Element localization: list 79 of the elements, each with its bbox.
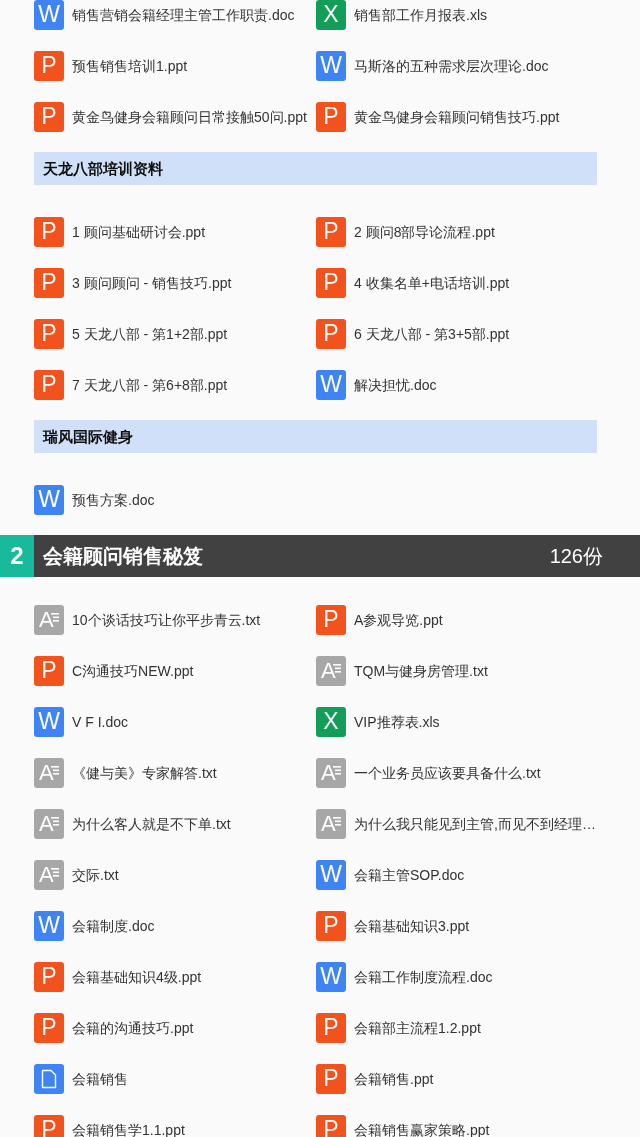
presentation-icon: P — [316, 910, 346, 941]
spreadsheet-icon: X — [316, 0, 346, 30]
presentation-icon: P — [316, 101, 346, 132]
file-name: V F I.doc — [72, 712, 129, 732]
section-title: 会籍顾问销售秘笈 — [43, 543, 203, 569]
document-icon: W — [316, 369, 346, 400]
file-name: 4 收集名单+电话培训.ppt — [354, 273, 510, 293]
file-count: 126份 — [549, 543, 603, 569]
file-name: 销售部工作月报表.xls — [354, 5, 487, 25]
document-icon: W — [34, 706, 64, 737]
document-icon: W — [316, 859, 346, 890]
presentation-icon: P — [34, 1114, 64, 1137]
presentation-icon: P — [34, 267, 64, 298]
file-name: 3 顾问顾问 - 销售技巧.ppt — [72, 273, 232, 293]
file-name: 7 天龙八部 - 第6+8部.ppt — [72, 375, 228, 395]
file-name: 为什么我只能见到主管,而见不到经理… — [354, 814, 596, 834]
presentation-icon: P — [316, 1063, 346, 1094]
file-name: 会籍制度.doc — [72, 916, 155, 936]
presentation-icon: P — [316, 267, 346, 298]
text-file-icon: A — [34, 604, 64, 635]
file-name: 2 顾问8部导论流程.ppt — [354, 222, 495, 242]
document-icon: W — [316, 50, 346, 81]
file-name: 为什么客人就是不下单.txt — [72, 814, 231, 834]
file-name: 会籍主管SOP.doc — [354, 865, 465, 885]
file-name: 会籍部主流程1.2.ppt — [354, 1018, 481, 1038]
file-name: 《健与美》专家解答.txt — [72, 763, 217, 783]
presentation-icon: P — [34, 318, 64, 349]
file-name: 会籍工作制度流程.doc — [354, 967, 493, 987]
presentation-icon: P — [34, 655, 64, 686]
file-name: 黄金鸟健身会籍顾问日常接触50问.ppt — [72, 107, 307, 127]
text-file-icon: A — [316, 757, 346, 788]
file-name: 黄金鸟健身会籍顾问销售技巧.ppt — [354, 107, 560, 127]
text-file-icon: A — [34, 859, 64, 890]
file-name: 预售方案.doc — [72, 490, 155, 510]
group-heading: 瑞风国际健身 — [34, 420, 597, 453]
file-name: 销售营销会籍经理主管工作职责.doc — [72, 5, 295, 25]
file-name: 1 顾问基础研讨会.ppt — [72, 222, 206, 242]
file-name: 5 天龙八部 - 第1+2部.ppt — [72, 324, 228, 344]
file-name: TQM与健身房管理.txt — [354, 661, 488, 681]
document-icon: W — [34, 0, 64, 30]
section-number: 2 — [0, 535, 34, 577]
file-name: 10个谈话技巧让你平步青云.txt — [72, 610, 261, 630]
text-file-icon: A — [34, 757, 64, 788]
presentation-icon: P — [316, 1114, 346, 1137]
file-name: 会籍销售学1.1.ppt — [72, 1120, 185, 1137]
text-file-icon: A — [316, 808, 346, 839]
presentation-icon: P — [34, 961, 64, 992]
presentation-icon: P — [316, 1012, 346, 1043]
presentation-icon: P — [316, 604, 346, 635]
presentation-icon: P — [316, 318, 346, 349]
file-name: 会籍销售.ppt — [354, 1069, 434, 1089]
spreadsheet-icon: X — [316, 706, 346, 737]
text-file-icon: A — [34, 808, 64, 839]
file-name: 解决担忧.doc — [354, 375, 437, 395]
file-name: 马斯洛的五种需求层次理论.doc — [354, 56, 549, 76]
text-file-icon: A — [316, 655, 346, 686]
group-heading: 天龙八部培训资料 — [34, 152, 597, 185]
file-name: 交际.txt — [72, 865, 119, 885]
document-icon: W — [34, 910, 64, 941]
presentation-icon: P — [34, 1012, 64, 1043]
file-name: A参观导览.ppt — [354, 610, 443, 630]
presentation-icon: P — [34, 369, 64, 400]
file-name: 预售销售培训1.ppt — [72, 56, 188, 76]
file-name: 一个业务员应该要具备什么.txt — [354, 763, 541, 783]
file-name: 会籍基础知识4级.ppt — [72, 967, 202, 987]
presentation-icon: P — [316, 216, 346, 247]
file-name: 会籍基础知识3.ppt — [354, 916, 470, 936]
presentation-icon: P — [34, 50, 64, 81]
blank-page-icon — [34, 1063, 64, 1094]
file-name: 会籍的沟通技巧.ppt — [72, 1018, 194, 1038]
presentation-icon: P — [34, 101, 64, 132]
file-name: 6 天龙八部 - 第3+5部.ppt — [354, 324, 510, 344]
file-name: C沟通技巧NEW.ppt — [72, 661, 194, 681]
document-icon: W — [316, 961, 346, 992]
document-icon: W — [34, 484, 64, 515]
file-name: 会籍销售赢家策略.ppt — [354, 1120, 490, 1137]
presentation-icon: P — [34, 216, 64, 247]
file-name: 会籍销售 — [72, 1069, 128, 1089]
file-name: VIP推荐表.xls — [354, 712, 440, 732]
